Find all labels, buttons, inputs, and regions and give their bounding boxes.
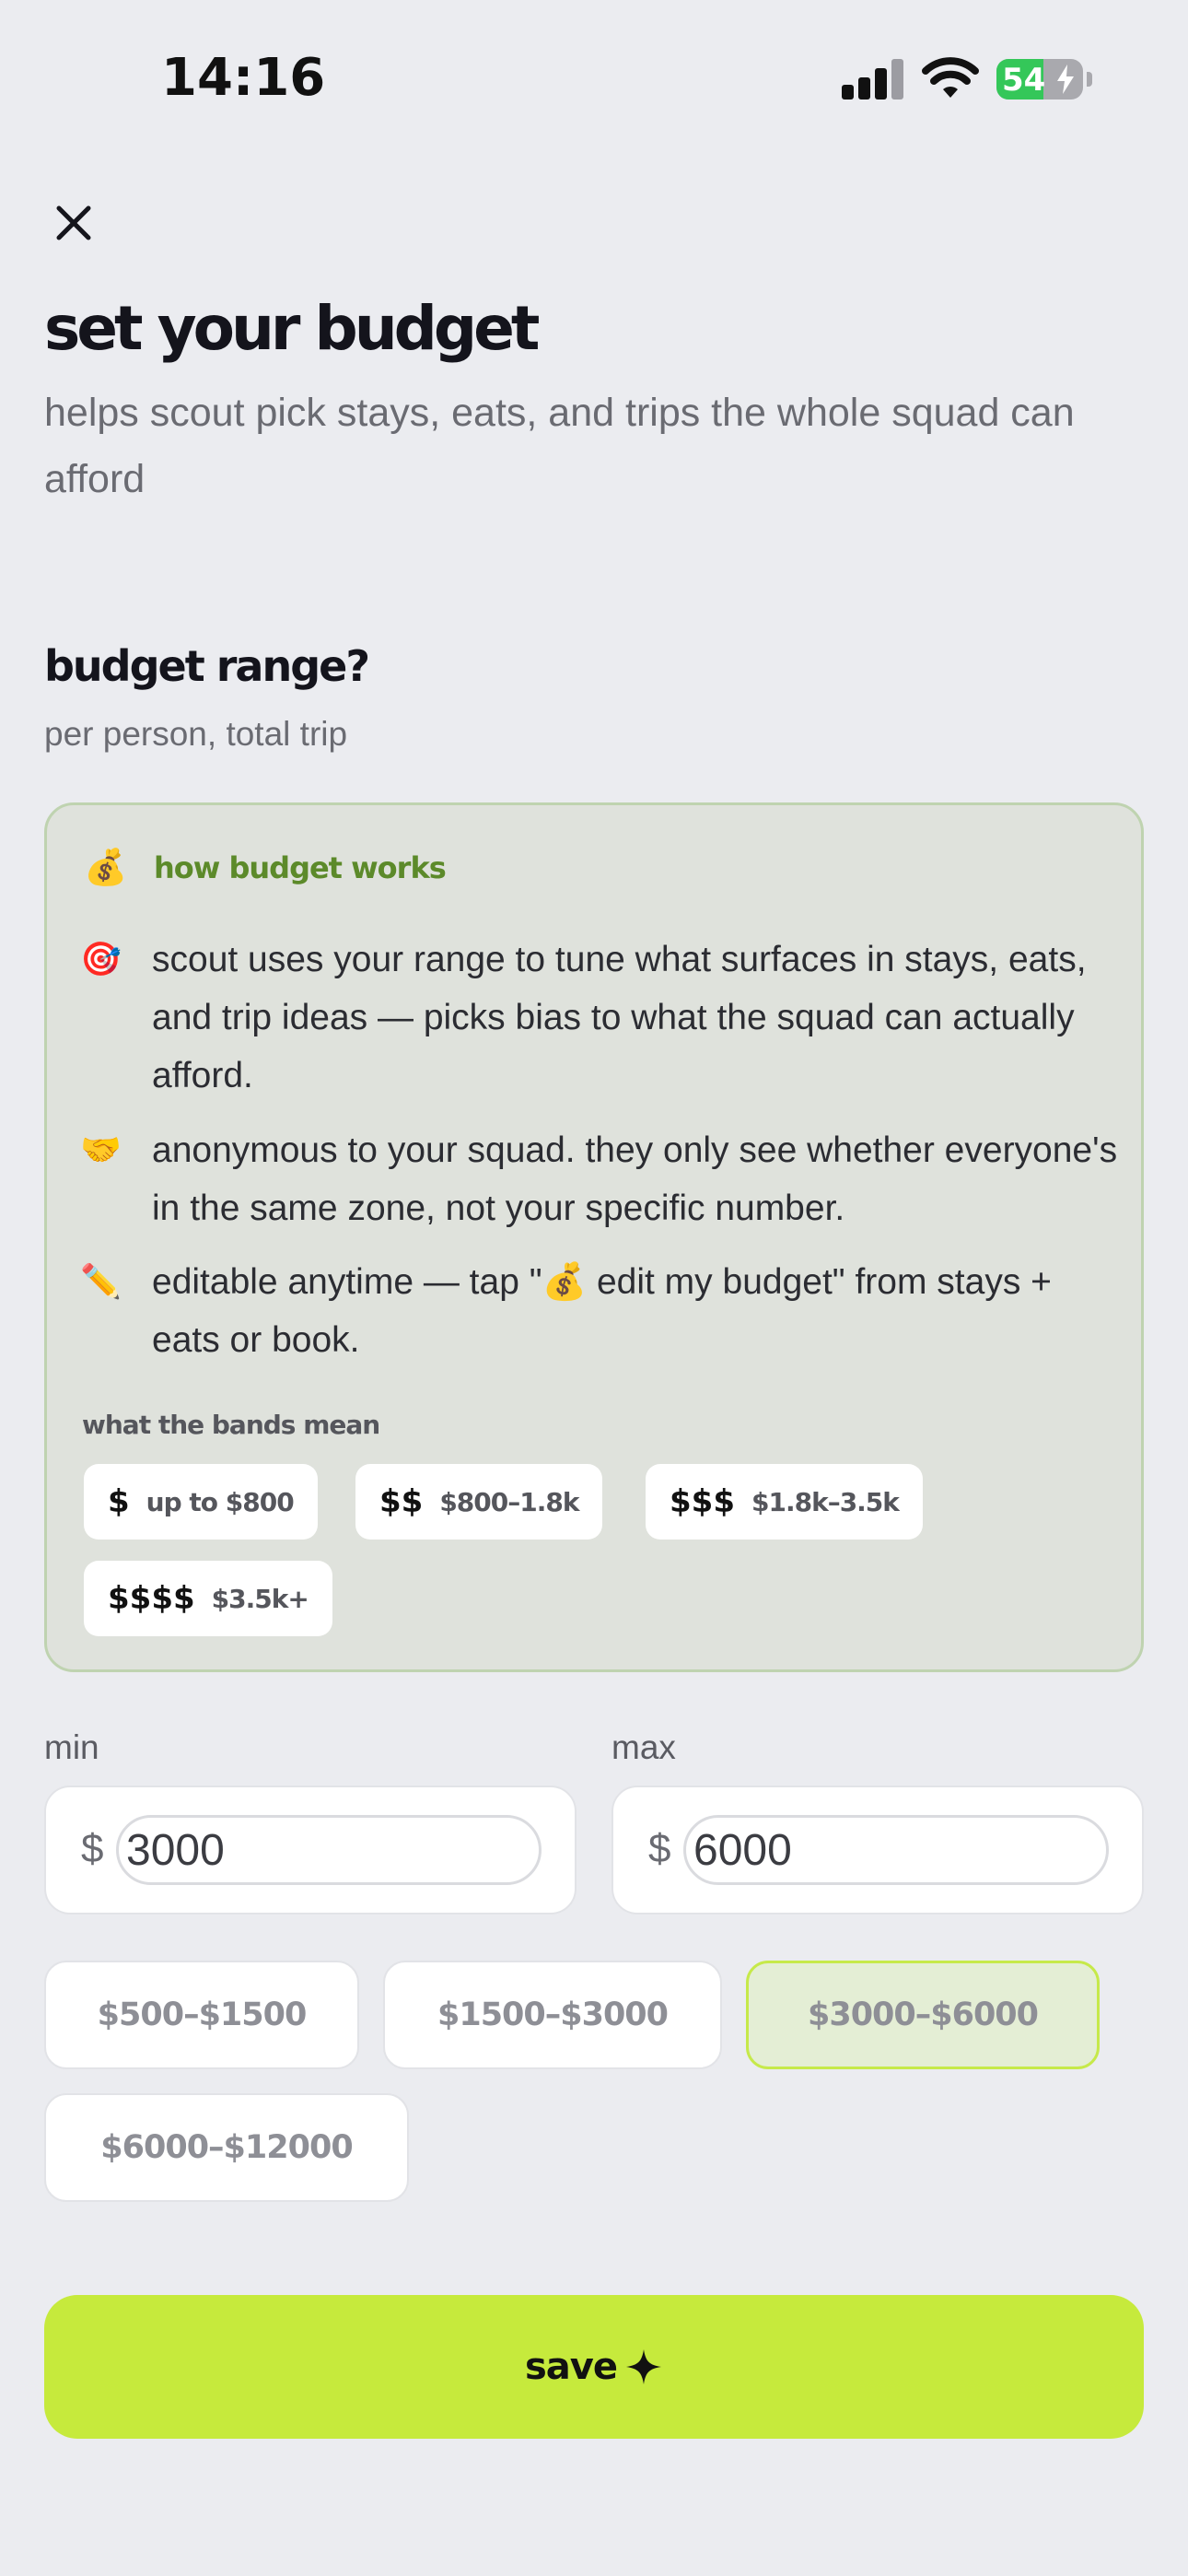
currency-symbol: $	[648, 1826, 671, 1871]
band-range: $800–1.8k	[439, 1486, 579, 1517]
preset-3000-6000[interactable]: $3000–$6000	[746, 1961, 1100, 2069]
close-icon[interactable]	[44, 193, 103, 252]
min-input[interactable]	[116, 1815, 542, 1885]
band-chip: $$$$ $3.5k+	[84, 1561, 332, 1636]
band-range: $1.8k–3.5k	[751, 1486, 900, 1517]
cellular-signal-icon	[842, 59, 903, 100]
preset-6000-12000[interactable]: $6000–$12000	[44, 2093, 409, 2202]
band-range: up to $800	[146, 1486, 295, 1517]
info-item: 🎯 scout uses your range to tune what sur…	[80, 931, 1121, 1105]
status-bar: 14:16 54	[0, 0, 1188, 157]
band-symbol: $$$$	[108, 1580, 195, 1617]
info-item: ✏️ editable anytime — tap "💰 edit my bud…	[80, 1253, 1121, 1369]
max-label: max	[611, 1728, 676, 1766]
section-subtitle: per person, total trip	[44, 715, 348, 753]
band-symbol: $$$	[670, 1483, 735, 1520]
preset-500-1500[interactable]: $500–$1500	[44, 1961, 359, 2069]
pencil-icon: ✏️	[80, 1262, 122, 1300]
info-item-text: editable anytime — tap "💰 edit my budget…	[152, 1262, 1052, 1360]
money-bag-icon: 💰	[84, 849, 128, 887]
section-title: budget range?	[44, 641, 370, 691]
band-symbol: $	[108, 1483, 130, 1520]
target-icon: 🎯	[80, 940, 122, 978]
min-label: min	[44, 1728, 99, 1766]
page-title: set your budget	[44, 293, 540, 364]
band-symbol: $$	[379, 1483, 424, 1520]
preset-1500-3000[interactable]: $1500–$3000	[383, 1961, 722, 2069]
info-item-text: anonymous to your squad. they only see w…	[152, 1130, 1118, 1228]
status-time: 14:16	[161, 48, 326, 108]
max-input[interactable]	[683, 1815, 1109, 1885]
band-chip: $ up to $800	[84, 1464, 318, 1540]
bands-label: what the bands mean	[82, 1410, 380, 1440]
battery-icon: 54	[996, 59, 1083, 100]
wifi-icon	[922, 57, 979, 98]
max-field: $	[611, 1786, 1144, 1914]
sparkle-icon	[626, 2349, 661, 2384]
battery-level: 54	[1002, 62, 1046, 99]
info-title: how budget works	[154, 850, 447, 885]
info-item: 🤝 anonymous to your squad. they only see…	[80, 1121, 1121, 1237]
currency-symbol: $	[81, 1826, 104, 1871]
budget-info-card: 💰 how budget works 🎯 scout uses your ran…	[44, 802, 1144, 1672]
band-chip: $$$ $1.8k–3.5k	[646, 1464, 923, 1540]
band-range: $3.5k+	[211, 1583, 309, 1614]
save-button[interactable]: save	[44, 2295, 1144, 2439]
band-chip: $$ $800–1.8k	[355, 1464, 603, 1540]
battery-cap	[1087, 72, 1092, 87]
min-field: $	[44, 1786, 577, 1914]
page-subtitle: helps scout pick stays, eats, and trips …	[44, 391, 1075, 501]
info-item-text: scout uses your range to tune what surfa…	[152, 940, 1087, 1095]
save-label: save	[524, 2346, 618, 2388]
handshake-icon: 🤝	[80, 1130, 122, 1168]
info-header: 💰 how budget works	[84, 848, 447, 888]
